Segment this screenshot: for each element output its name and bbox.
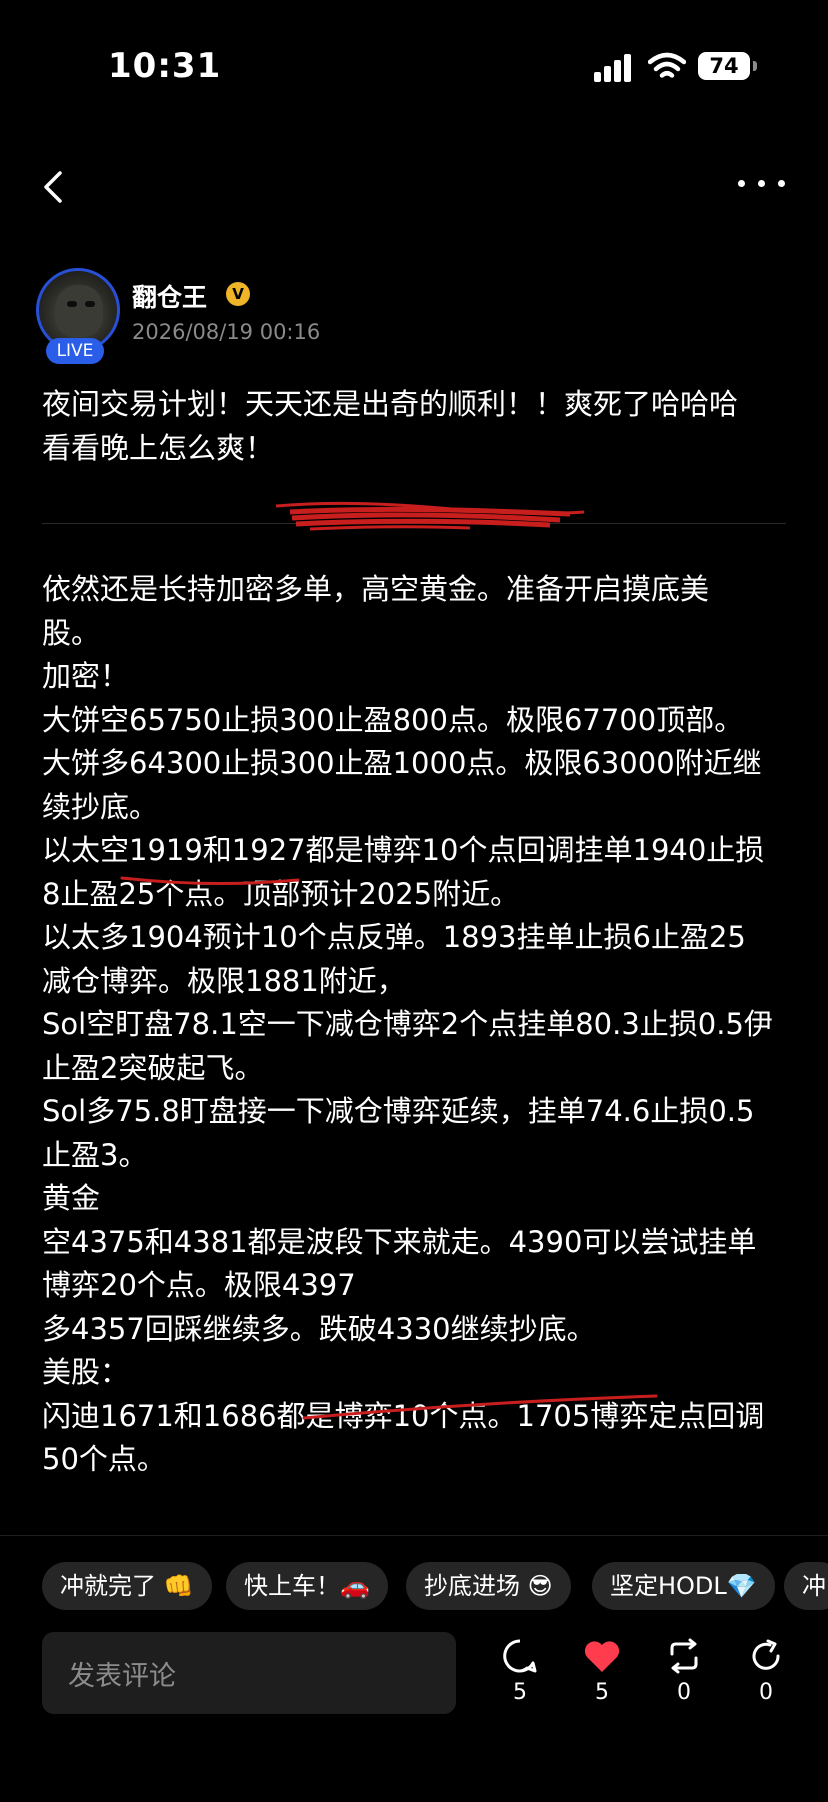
body-line: 大饼空65750止损300止盈800点。极限67700顶部。 xyxy=(42,702,744,737)
post-author: LIVE 翻仓王 V 2026/08/19 00:16 xyxy=(36,268,796,364)
body-line: 空4375和4381都是波段下来就走。4390可以尝试挂单 xyxy=(42,1224,757,1259)
repost-icon xyxy=(670,1638,698,1674)
body-line: 多4357回踩继续多。跌破4330继续抄底。 xyxy=(42,1311,596,1346)
body-line: 以太空1919和1927都是博弈10个点回调挂单1940止损 xyxy=(42,833,765,867)
post-body: 依然还是长持加密多单，高空黄金。准备开启摸底美 股。 加密！ 大饼空65750止… xyxy=(42,568,802,1482)
live-badge[interactable]: LIVE xyxy=(46,338,104,364)
intro-line: 夜间交易计划！天天还是出奇的顺利！！爽死了哈哈哈 xyxy=(42,387,739,421)
like-count: 5 xyxy=(595,1680,609,1705)
back-arrow-icon[interactable] xyxy=(38,170,68,204)
author-name[interactable]: 翻仓王 xyxy=(132,278,207,314)
quick-reply-chip[interactable]: 快上车！🚗 xyxy=(226,1562,388,1610)
intro-line: 看看晚上怎么爽！ xyxy=(42,431,275,465)
share-count: 0 xyxy=(759,1680,773,1705)
body-line: 加密！ xyxy=(42,659,130,693)
quick-reply-chips: 冲就完了 👊 快上车！🚗 抄底进场 😎 坚定HODL💎 冲 xyxy=(42,1562,828,1612)
share-button[interactable]: 0 xyxy=(736,1638,796,1718)
more-options-icon[interactable] xyxy=(738,180,788,192)
quick-reply-chip[interactable]: 冲 xyxy=(784,1562,828,1610)
nav-bar xyxy=(0,150,828,222)
red-underline-mark xyxy=(302,1394,658,1420)
comment-placeholder: 发表评论 xyxy=(68,1661,176,1692)
comment-button[interactable]: 5 xyxy=(490,1638,550,1718)
body-line: 续抄底。 xyxy=(42,789,159,824)
body-line: 减仓博弈。极限1881附近， xyxy=(42,963,406,998)
red-underline-mark xyxy=(120,876,300,886)
quick-reply-chip[interactable]: 冲就完了 👊 xyxy=(42,1562,212,1610)
verified-badge-icon: V xyxy=(226,282,250,306)
wifi-icon xyxy=(648,52,686,78)
status-bar: 10:31 74 xyxy=(0,0,828,120)
comment-input[interactable]: 发表评论 xyxy=(42,1632,456,1714)
like-button[interactable]: 5 xyxy=(572,1638,632,1718)
comment-icon xyxy=(503,1639,537,1673)
body-line: 依然还是长持加密多单，高空黄金。准备开启摸底美 xyxy=(42,572,710,606)
cellular-signal-icon xyxy=(594,54,634,82)
red-scribble-mark xyxy=(275,501,585,531)
share-icon xyxy=(752,1639,780,1670)
body-line: 博弈20个点。极限4397 xyxy=(42,1268,356,1302)
body-line: 止盈3。 xyxy=(42,1137,148,1172)
body-line: 黄金 xyxy=(42,1181,101,1215)
repost-button[interactable]: 0 xyxy=(654,1638,714,1718)
body-line: Sol多75.8盯盘接一下减仓博弈延续，挂单74.6止损0.5 xyxy=(42,1094,755,1128)
body-line: 止盈2突破起飞。 xyxy=(42,1050,264,1085)
bottom-action-bar: 冲就完了 👊 快上车！🚗 抄底进场 😎 坚定HODL💎 冲 发表评论 5 5 0… xyxy=(0,1535,828,1802)
body-line: 大饼多64300止损300止盈1000点。极限63000附近继 xyxy=(42,746,762,780)
post-intro: 夜间交易计划！天天还是出奇的顺利！！爽死了哈哈哈 看看晚上怎么爽！ xyxy=(42,382,802,470)
body-line: 美股： xyxy=(42,1355,130,1389)
body-line: 以太多1904预计10个点反弹。1893挂单止损6止盈25 xyxy=(42,920,746,954)
battery-indicator: 74 xyxy=(698,52,757,80)
post-timestamp: 2026/08/19 00:16 xyxy=(132,320,321,344)
body-line: 股。 xyxy=(42,615,101,650)
quick-reply-chip[interactable]: 抄底进场 😎 xyxy=(406,1562,571,1610)
repost-count: 0 xyxy=(677,1680,691,1705)
body-line: 50个点。 xyxy=(42,1442,166,1476)
heart-icon xyxy=(584,1641,620,1672)
quick-reply-chip[interactable]: 坚定HODL💎 xyxy=(592,1562,775,1610)
status-time: 10:31 xyxy=(108,46,222,86)
comment-count: 5 xyxy=(513,1680,527,1705)
body-line: Sol空盯盘78.1空一下减仓博弈2个点挂单80.3止损0.5伊 xyxy=(42,1007,773,1041)
